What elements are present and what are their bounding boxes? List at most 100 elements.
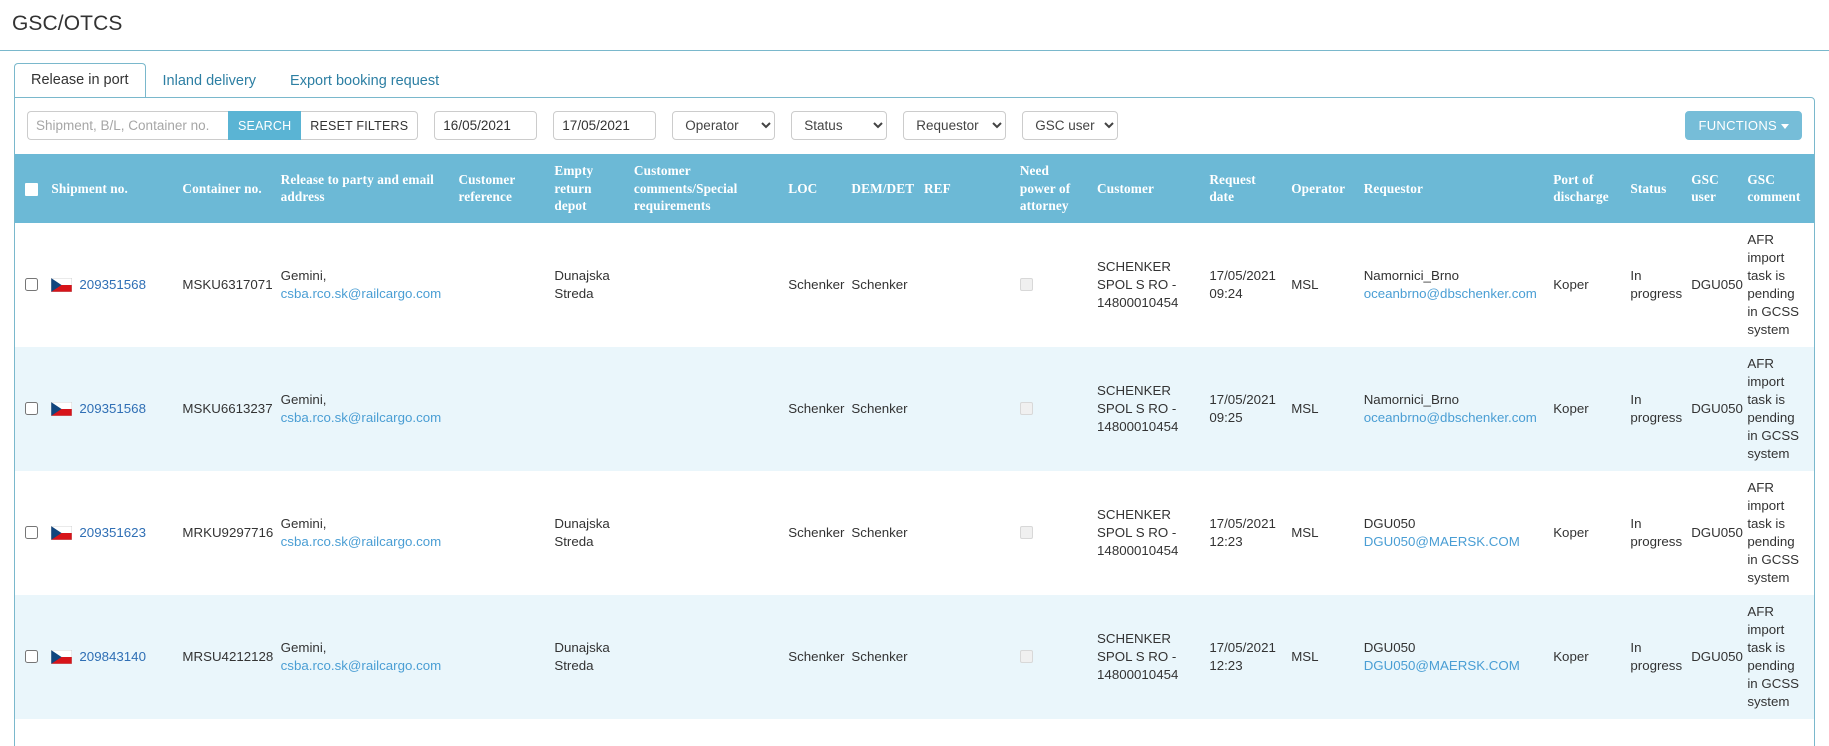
row-select-checkbox[interactable] [25, 650, 38, 664]
table-row[interactable]: 209351568 MSKU6317071 Gemini, csba.rco.s… [15, 223, 1814, 347]
cell-customer-comments [627, 346, 783, 471]
col-header-port-of-discharge[interactable]: Port of discharge [1547, 154, 1625, 223]
release-party-email[interactable]: csba.rco.sk@railcargo.com [281, 285, 447, 303]
row-select-cell[interactable] [15, 223, 45, 347]
shipment-no-link[interactable]: 209351568 [79, 401, 146, 416]
date-from-input[interactable] [434, 111, 538, 140]
cell-operator: MSL [1285, 346, 1358, 471]
status-select[interactable]: Status [791, 111, 888, 140]
cell-shipment-no[interactable]: 209351623 [45, 471, 176, 595]
col-header-customer-comments[interactable]: Customer comments/Special requirements [627, 154, 783, 223]
power-of-attorney-checkbox[interactable] [1019, 402, 1033, 416]
col-header-gsc-user[interactable]: GSC user [1685, 154, 1742, 223]
cell-requestor: Namornici_Brno oceanbrno@dbschenker.com [1358, 223, 1547, 347]
select-all-header[interactable] [15, 154, 46, 223]
col-header-requestor[interactable]: Requestor [1357, 154, 1548, 223]
table-row[interactable]: 209351568 MSKU6613237 Gemini, csba.rco.s… [15, 346, 1814, 471]
operator-select[interactable]: Operator [672, 111, 776, 140]
col-header-request-date[interactable]: Request date [1203, 154, 1286, 223]
cell-customer: SCHENKER SPOL S RO - 14800010454 [1091, 594, 1204, 719]
reset-filters-button[interactable]: RESET FILTERS [301, 111, 419, 140]
release-party-email[interactable]: csba.rco.sk@railcargo.com [281, 657, 447, 675]
cell-container-no: MSKU6317071 [182, 276, 273, 292]
col-header-container-no[interactable]: Container no. [176, 154, 275, 223]
search-button[interactable]: SEARCH [228, 111, 302, 140]
cell-gsc-comment: AFR import task is pending in GCSS syste… [1747, 479, 1800, 585]
power-of-attorney-checkbox[interactable] [1019, 278, 1033, 292]
col-header-shipment-no[interactable]: Shipment no. [45, 154, 177, 223]
requestor-email[interactable]: DGU050@MAERSK.COM [1364, 657, 1541, 675]
cz-flag-icon [51, 525, 73, 541]
col-header-gsc-comment[interactable]: GSC comment [1741, 154, 1814, 223]
col-header-empty-return-depot[interactable]: Empty return depot [548, 154, 628, 223]
cell-customer-comments [627, 594, 783, 719]
cell-shipment-no[interactable]: 209351568 [45, 346, 177, 471]
results-table: Shipment no. Container no. Release to pa… [15, 154, 1814, 719]
row-select-checkbox[interactable] [25, 278, 38, 292]
cell-status: In progress [1624, 594, 1686, 719]
tab-export-booking-request[interactable]: Export booking request [273, 64, 456, 98]
requestor-select[interactable]: Requestor [903, 111, 1007, 140]
cell-need-power-of-attorney[interactable] [1013, 594, 1092, 719]
cell-customer: SCHENKER SPOL S RO - 14800010454 [1091, 346, 1204, 471]
chevron-down-icon [1781, 124, 1789, 130]
cell-ref [918, 223, 1014, 347]
cell-gsc-user: DGU050 [1691, 524, 1743, 540]
power-of-attorney-checkbox[interactable] [1019, 650, 1033, 664]
power-of-attorney-checkbox[interactable] [1019, 526, 1033, 540]
cell-need-power-of-attorney[interactable] [1014, 471, 1091, 595]
shipment-no-link[interactable]: 209843140 [79, 649, 146, 664]
cell-shipment-no[interactable]: 209351568 [45, 223, 176, 347]
col-header-release-to-party[interactable]: Release to party and email address [274, 154, 453, 223]
col-header-ref[interactable]: REF [917, 154, 1014, 223]
cell-gsc-user: DGU050 [1685, 594, 1743, 719]
shipment-no-link[interactable]: 209351568 [79, 277, 146, 292]
cell-customer-reference [452, 471, 548, 595]
cell-customer-reference [452, 223, 548, 347]
search-input[interactable] [27, 111, 228, 140]
cell-requestor: Namornici_Brno oceanbrno@dbschenker.com [1357, 346, 1548, 471]
table-row[interactable]: 209351623 MRKU9297716 Gemini, csba.rco.s… [15, 471, 1814, 595]
table-row[interactable]: 209843140 MRSU4212128 Gemini, csba.rco.s… [15, 594, 1814, 719]
requestor-name: Namornici_Brno [1363, 391, 1460, 407]
tab-label: Export booking request [290, 73, 440, 89]
cell-gsc-comment: AFR import task is pending in GCSS syste… [1741, 346, 1814, 471]
cell-request-date: 17/05/2021 09:25 [1203, 346, 1286, 471]
col-header-customer[interactable]: Customer [1091, 154, 1204, 223]
cell-dem-det: Schenker [851, 524, 908, 540]
row-select-checkbox[interactable] [25, 402, 38, 416]
cell-container-no: MRKU9297716 [182, 524, 274, 540]
row-select-checkbox[interactable] [25, 526, 38, 540]
tab-inland-delivery[interactable]: Inland delivery [146, 64, 274, 98]
title-divider [0, 50, 1829, 51]
release-party-email[interactable]: csba.rco.sk@railcargo.com [281, 409, 447, 427]
col-header-loc[interactable]: LOC [782, 154, 846, 223]
col-header-status[interactable]: Status [1624, 154, 1686, 223]
date-to-input[interactable] [553, 111, 657, 140]
requestor-name: DGU050 [1363, 515, 1416, 531]
row-select-cell[interactable] [15, 471, 45, 595]
col-header-need-power-of-attorney[interactable]: Need power of attorney [1013, 154, 1092, 223]
col-header-operator[interactable]: Operator [1285, 154, 1358, 223]
row-select-cell[interactable] [15, 346, 46, 471]
tab-release-in-port[interactable]: Release in port [14, 63, 146, 98]
cell-status: In progress [1630, 515, 1683, 549]
requestor-email[interactable]: oceanbrno@dbschenker.com [1364, 409, 1541, 427]
cell-shipment-no[interactable]: 209843140 [45, 594, 177, 719]
col-header-customer-reference[interactable]: Customer reference [452, 154, 549, 223]
cell-need-power-of-attorney[interactable] [1014, 223, 1091, 347]
cell-container-no: MSKU6613237 [176, 346, 275, 471]
cell-customer-reference [452, 594, 549, 719]
select-all-checkbox-icon[interactable] [25, 182, 38, 196]
requestor-email[interactable]: DGU050@MAERSK.COM [1364, 533, 1541, 551]
col-header-dem-det[interactable]: DEM/DET [845, 154, 918, 223]
functions-button[interactable]: FUNCTIONS [1685, 111, 1802, 140]
requestor-email[interactable]: oceanbrno@dbschenker.com [1364, 285, 1541, 303]
cell-customer-comments [628, 223, 782, 347]
gsc-user-select[interactable]: GSC user [1022, 111, 1119, 140]
filter-bar: SEARCH RESET FILTERS Operator Status Req… [15, 98, 1814, 152]
release-party-email[interactable]: csba.rco.sk@railcargo.com [281, 533, 447, 551]
shipment-no-link[interactable]: 209351623 [79, 525, 146, 540]
row-select-cell[interactable] [15, 594, 46, 719]
cell-need-power-of-attorney[interactable] [1013, 346, 1092, 471]
